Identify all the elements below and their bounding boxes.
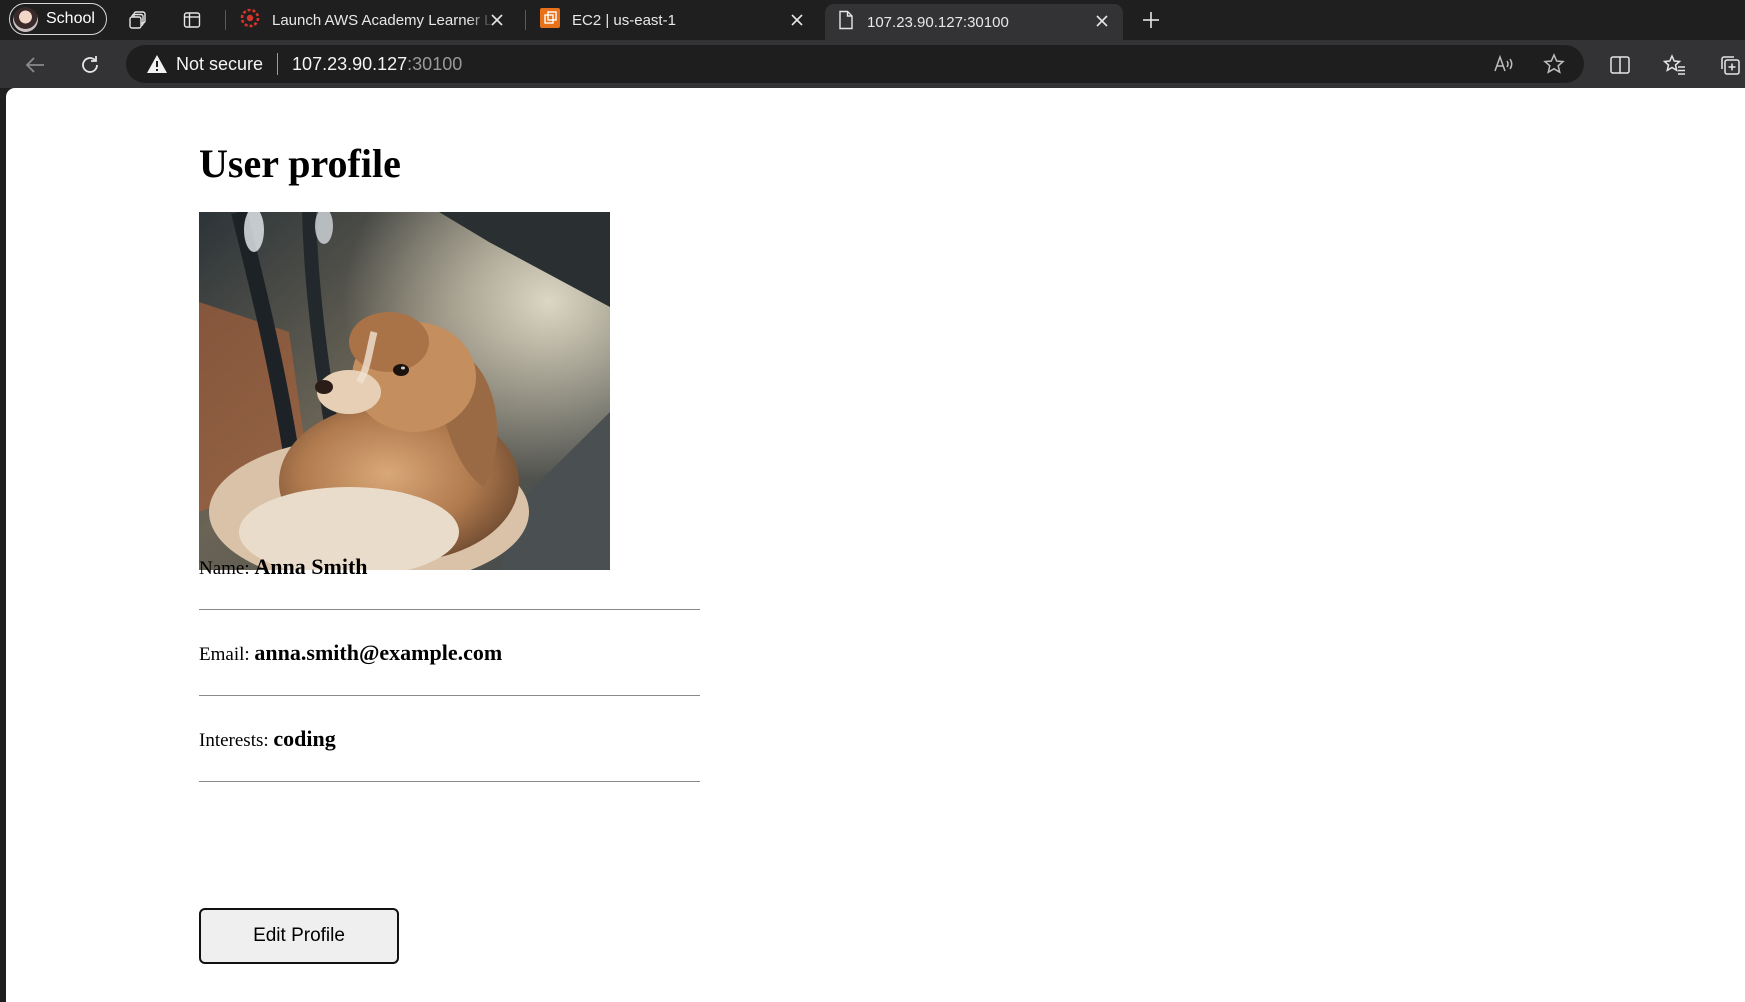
aws-academy-icon xyxy=(240,8,260,32)
security-status[interactable]: Not secure xyxy=(176,54,263,75)
tab-active-page[interactable]: 107.23.90.127:30100 xyxy=(825,4,1123,40)
profile-field-email: Email: anna.smith@example.com xyxy=(199,640,700,666)
avatar xyxy=(13,6,38,32)
page-title: User profile xyxy=(199,141,401,186)
url-host: 107.23.90.127 xyxy=(292,53,408,74)
profile-button[interactable]: School xyxy=(9,3,107,35)
address-divider xyxy=(277,53,279,75)
collections-icon[interactable] xyxy=(1717,52,1743,78)
tab-ec2[interactable]: EC2 | us-east-1 xyxy=(528,0,818,40)
url-port: :30100 xyxy=(407,53,463,74)
close-icon[interactable] xyxy=(1093,12,1111,30)
tab-title: Launch AWS Academy Learner La xyxy=(272,11,494,29)
edit-profile-button[interactable]: Edit Profile xyxy=(199,908,399,964)
field-label: Email: xyxy=(199,644,250,665)
vertical-tabs-icon[interactable] xyxy=(180,8,204,32)
aws-ec2-icon xyxy=(540,8,560,32)
tab-separator xyxy=(225,10,226,30)
profile-photo xyxy=(199,212,610,570)
document-icon xyxy=(837,10,855,34)
browser-window: School Launch AWS Academy Learner La EC2… xyxy=(0,0,1745,1002)
address-bar[interactable]: Not secure 107.23.90.127:30100 xyxy=(126,45,1584,83)
divider xyxy=(199,695,700,696)
tab-title: 107.23.90.127:30100 xyxy=(867,13,1009,31)
read-aloud-icon[interactable] xyxy=(1492,52,1516,76)
field-value-interests: coding xyxy=(273,726,336,751)
field-label: Interests: xyxy=(199,730,269,751)
profile-field-name: Name: Anna Smith xyxy=(199,554,700,580)
split-screen-icon[interactable] xyxy=(1607,52,1633,78)
page-viewport: User profile Name: Anna Smith Email: ann… xyxy=(6,88,1745,1002)
divider xyxy=(199,609,700,610)
tab-aws-academy[interactable]: Launch AWS Academy Learner La xyxy=(228,0,518,40)
field-label: Name: xyxy=(199,558,250,579)
tab-separator xyxy=(525,10,526,30)
profile-field-interests: Interests: coding xyxy=(199,726,700,752)
favorite-star-icon[interactable] xyxy=(1542,52,1566,76)
new-tab-icon[interactable] xyxy=(1139,8,1163,32)
back-icon[interactable] xyxy=(22,52,48,78)
favorites-icon[interactable] xyxy=(1662,52,1688,78)
workspaces-icon[interactable] xyxy=(126,8,150,32)
browser-toolbar: Not secure 107.23.90.127:30100 xyxy=(0,40,1745,88)
field-value-email: anna.smith@example.com xyxy=(254,640,503,665)
refresh-icon[interactable] xyxy=(77,52,103,78)
field-value-name: Anna Smith xyxy=(254,554,368,579)
close-icon[interactable] xyxy=(788,11,806,29)
profile-label: School xyxy=(46,10,95,27)
warning-icon[interactable] xyxy=(146,53,168,75)
close-icon[interactable] xyxy=(488,11,506,29)
tab-strip: School Launch AWS Academy Learner La EC2… xyxy=(0,0,1745,40)
tab-title: EC2 | us-east-1 xyxy=(572,11,676,29)
divider xyxy=(199,781,700,782)
